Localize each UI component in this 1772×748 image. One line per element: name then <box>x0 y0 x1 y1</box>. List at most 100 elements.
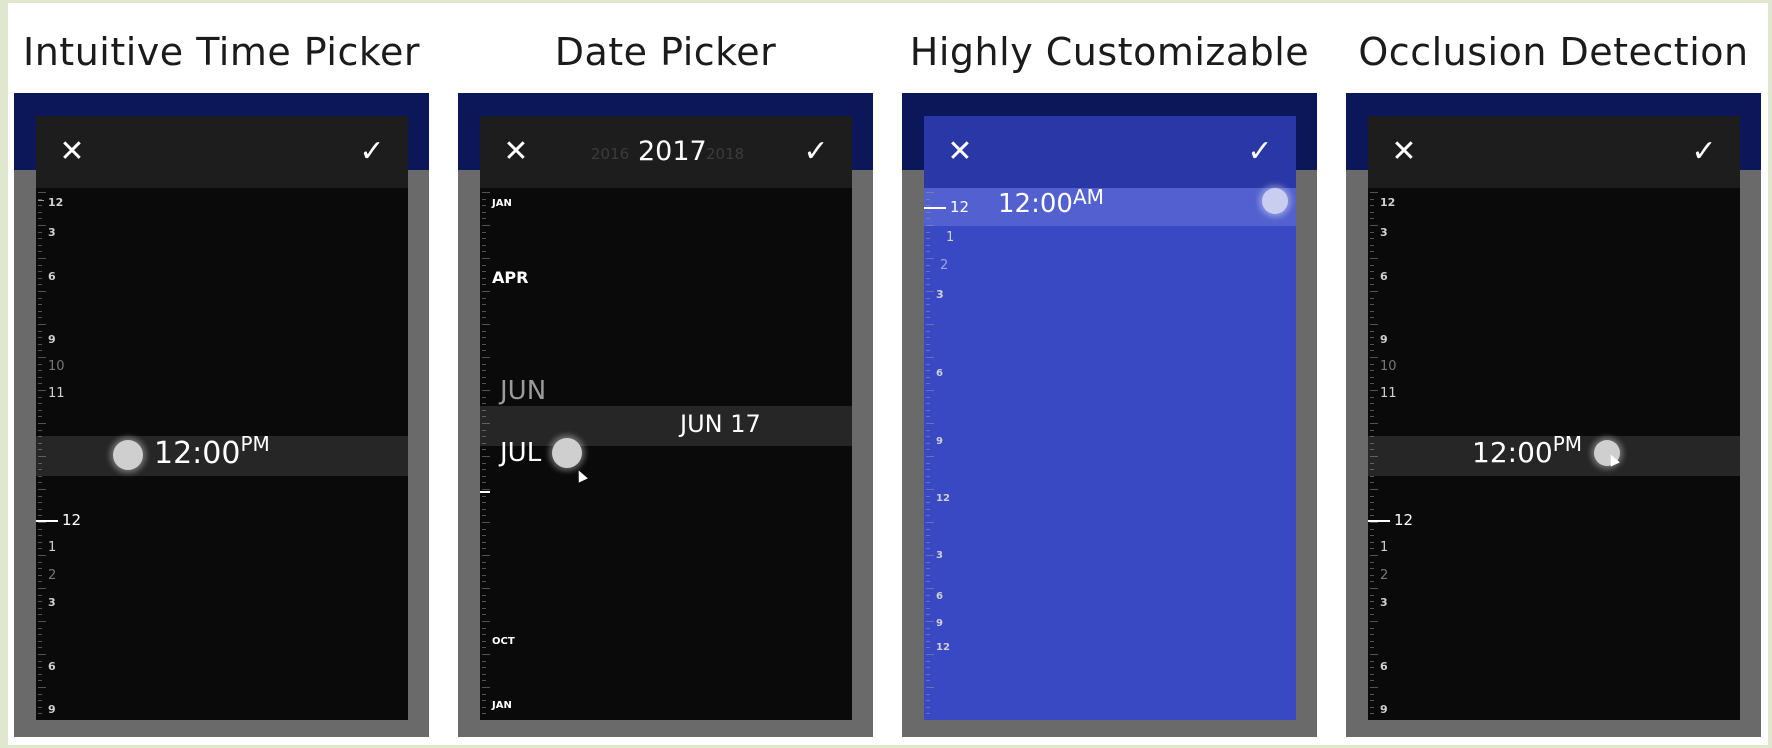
ruler-tick <box>1370 574 1374 576</box>
tick-label: 9 <box>48 333 56 346</box>
check-icon[interactable]: ✓ <box>1682 130 1726 174</box>
ruler-tick <box>38 310 42 312</box>
close-icon[interactable]: ✕ <box>494 130 538 174</box>
ruler-tick <box>482 390 490 391</box>
ruler-tick <box>1370 370 1374 372</box>
ruler-tick <box>38 376 42 378</box>
ruler-tick <box>38 469 42 471</box>
check-icon[interactable]: ✓ <box>1238 130 1282 174</box>
ruler-tick <box>38 231 42 233</box>
year-prev[interactable]: 2016 <box>591 145 629 163</box>
time-ruler[interactable]: 12 3 6 9 10 11 12 1 2 3 6 9 12 <box>1368 188 1413 720</box>
ruler-tick <box>482 258 490 259</box>
current-tick-label: 12 <box>950 198 970 216</box>
ruler-tick <box>38 713 42 715</box>
drag-knob[interactable] <box>1262 188 1288 214</box>
ruler-tick <box>482 271 486 273</box>
tick-label: 6 <box>1380 660 1388 673</box>
ruler-tick <box>926 264 930 266</box>
ruler-tick <box>38 225 46 226</box>
ruler-tick <box>1370 343 1374 345</box>
ruler-tick <box>926 376 930 378</box>
ruler-tick <box>926 317 930 319</box>
drag-knob[interactable] <box>113 440 143 470</box>
ruler-tick <box>482 660 486 662</box>
ruler-tick <box>1370 244 1374 246</box>
ruler-tick <box>926 660 930 662</box>
ruler-tick <box>926 284 930 286</box>
ruler-tick <box>1370 561 1374 563</box>
month-label: JAN <box>492 198 512 209</box>
close-icon[interactable]: ✕ <box>50 130 94 174</box>
ruler-tick <box>38 258 46 259</box>
time-ruler[interactable]: 12 1 2 3 6 9 12 3 6 9 12 <box>924 188 969 720</box>
ruler-tick <box>38 660 42 662</box>
ruler-tick <box>926 343 930 345</box>
close-icon[interactable]: ✕ <box>938 130 982 174</box>
ruler-tick <box>1370 475 1374 477</box>
ruler-tick <box>482 528 486 530</box>
ruler-tick <box>926 416 930 418</box>
ruler-tick <box>482 304 486 306</box>
month-label: OCT <box>492 636 515 647</box>
ruler-tick <box>926 198 930 200</box>
ruler-tick <box>926 588 934 589</box>
ruler-tick <box>926 647 930 649</box>
ruler-tick <box>38 647 42 649</box>
ruler-tick <box>1370 423 1378 424</box>
check-icon[interactable]: ✓ <box>350 130 394 174</box>
tick-label: 1 <box>1380 540 1389 555</box>
ruler-tick <box>1370 568 1374 570</box>
time-ruler[interactable]: 12 3 6 9 10 11 12 1 2 3 6 9 12 <box>36 188 81 720</box>
ruler-tick <box>926 482 930 484</box>
ruler-tick <box>926 218 930 220</box>
ruler-tick <box>1370 211 1374 213</box>
ruler-tick <box>38 218 42 220</box>
tick-label: 6 <box>1380 270 1388 283</box>
ruler-tick <box>1370 225 1378 226</box>
ruler-tick <box>482 277 486 279</box>
ruler-tick <box>1370 627 1374 629</box>
ruler-tick <box>38 475 42 477</box>
ruler-tick <box>482 211 486 213</box>
ruler-tick <box>38 581 42 583</box>
date-picker-dialog: ✕ 2016 2017 2018 ✓ JAN APR OCT JAN JUN J… <box>480 116 852 720</box>
ruler-tick <box>1370 324 1378 325</box>
ruler-tick <box>38 627 42 629</box>
drag-knob[interactable] <box>552 438 582 468</box>
check-icon[interactable]: ✓ <box>794 130 838 174</box>
panel-time-picker: ✕ ✓ 12 3 6 9 10 11 12 1 2 3 6 9 12 12:00… <box>14 93 429 737</box>
ruler-tick <box>926 502 930 504</box>
close-icon[interactable]: ✕ <box>1382 130 1426 174</box>
ruler-tick <box>1370 337 1374 339</box>
ruler-tick <box>38 482 42 484</box>
ruler-tick <box>482 462 486 464</box>
ruler-tick <box>482 291 490 292</box>
ruler-tick <box>926 654 934 655</box>
ruler-tick <box>482 231 486 233</box>
year-next[interactable]: 2018 <box>706 145 744 163</box>
ruler-tick <box>1370 436 1374 438</box>
ruler-tick <box>926 297 930 299</box>
ruler-tick <box>1370 482 1374 484</box>
ruler-tick <box>926 555 934 556</box>
ruler-tick <box>482 555 490 556</box>
ruler-tick <box>38 535 42 537</box>
ruler-tick <box>38 502 42 504</box>
ruler-tick <box>38 601 42 603</box>
ruler-tick <box>926 403 930 405</box>
ruler-tick <box>38 442 42 444</box>
tick-label: 3 <box>936 550 943 561</box>
ruler-tick <box>1370 706 1374 708</box>
ruler-tick <box>482 337 486 339</box>
ruler-tick <box>38 594 42 596</box>
ruler-tick <box>482 370 486 372</box>
ruler-tick <box>482 581 486 583</box>
ruler-tick <box>482 363 486 365</box>
ruler-tick <box>1370 693 1374 695</box>
ruler-tick <box>38 350 42 352</box>
ruler-tick <box>482 522 490 523</box>
ruler-tick <box>1370 673 1374 675</box>
ruler-tick <box>1370 522 1378 523</box>
tick-label: 9 <box>936 618 943 629</box>
